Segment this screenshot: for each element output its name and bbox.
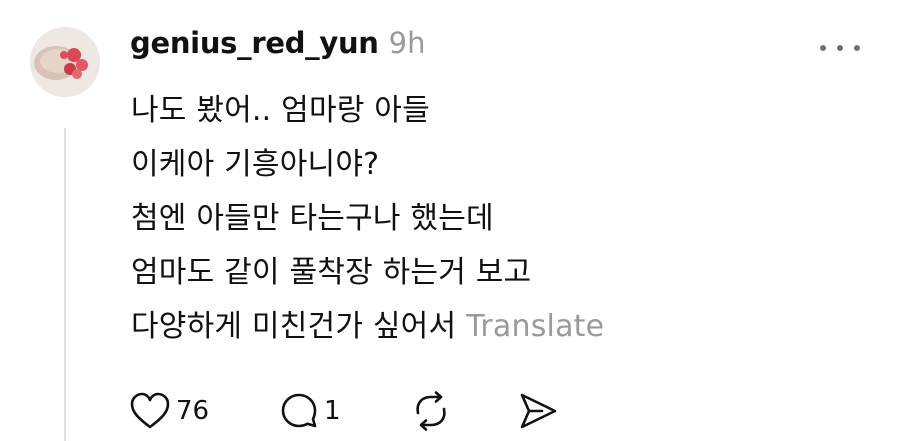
avatar-image	[30, 27, 100, 97]
post-line: 다양하게 미친건가 싶어서	[131, 309, 457, 344]
repost-button[interactable]	[410, 391, 518, 431]
reply-count: 1	[324, 396, 341, 426]
heart-icon	[130, 392, 170, 429]
reply-button[interactable]: 1	[280, 392, 410, 430]
post-line: 나도 봤어.. 엄마랑 아들	[131, 93, 430, 128]
post-line: 엄마도 같이 풀착장 하는거 보고	[131, 255, 532, 290]
more-dot	[837, 45, 843, 51]
post-line: 첨엔 아들만 타는구나 했는데	[131, 201, 494, 236]
comment-icon	[281, 393, 317, 428]
more-dot	[854, 45, 860, 51]
username[interactable]: genius_red_yun	[130, 26, 379, 60]
repost-icon	[416, 391, 446, 431]
thread-line	[64, 128, 66, 441]
post-line: 이케아 기흥아니야?	[131, 147, 380, 182]
translate-link[interactable]: Translate	[466, 309, 604, 344]
post-text: 나도 봤어.. 엄마랑 아들 이케아 기흥아니야? 첨엔 아들만 타는구나 했는…	[131, 84, 604, 354]
like-count: 76	[176, 396, 210, 426]
avatar[interactable]	[30, 27, 100, 97]
more-dot	[820, 45, 826, 51]
share-button[interactable]	[518, 392, 558, 430]
post-line-last: 다양하게 미친건가 싶어서 Translate	[131, 300, 604, 354]
action-bar: 76 1	[130, 389, 558, 433]
like-button[interactable]: 76	[130, 392, 280, 430]
share-icon	[520, 393, 557, 429]
more-icon[interactable]	[820, 38, 860, 58]
post-header: genius_red_yun 9h	[130, 26, 426, 70]
timestamp: 9h	[388, 26, 426, 60]
